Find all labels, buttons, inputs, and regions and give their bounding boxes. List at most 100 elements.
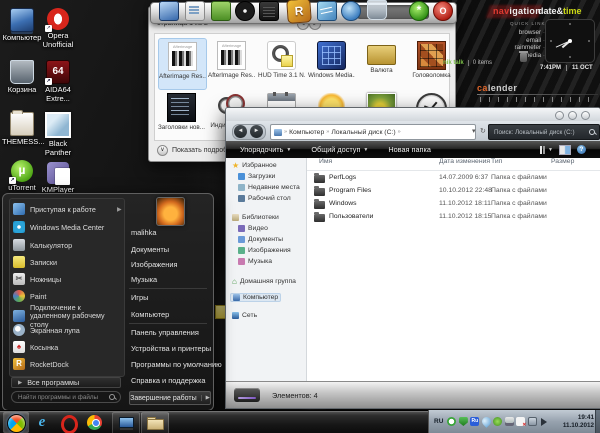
sidebar-music[interactable]: Музыка xyxy=(238,258,272,265)
taskbar-chrome[interactable] xyxy=(85,412,105,433)
taskbar-explorer[interactable] xyxy=(141,412,169,433)
minimize-button[interactable] xyxy=(555,111,564,120)
menu-item-rocketdock[interactable]: R RocketDock xyxy=(13,358,117,370)
desktop-icon-recycle-bin[interactable]: Корзина xyxy=(2,60,42,95)
volume-tray-icon[interactable] xyxy=(539,417,548,426)
gadget-afterimage-1[interactable]: Afterimage Res... xyxy=(158,38,207,90)
drop-tray-icon[interactable] xyxy=(480,415,493,428)
list-view-icon[interactable] xyxy=(540,146,542,154)
language-indicator[interactable]: RU xyxy=(434,418,443,425)
taskbar-ie[interactable]: e xyxy=(32,412,52,433)
gadget-windows-media[interactable]: Windows Media... xyxy=(308,38,355,88)
green-tray-icon[interactable] xyxy=(493,417,502,426)
explorer-search-input[interactable] xyxy=(492,128,589,137)
new-folder-button[interactable]: Новая папка xyxy=(388,145,431,154)
shutdown-button[interactable]: Завершение работы ▶ xyxy=(129,391,211,405)
dock-settings-icon[interactable]: * xyxy=(409,1,429,21)
caret-down-icon[interactable]: ▼ xyxy=(548,147,553,153)
all-programs-button[interactable]: ▶ Все программы xyxy=(11,377,121,388)
sidebar-libraries[interactable]: Библиотеки xyxy=(232,214,279,221)
file-row-perflogs[interactable]: PerfLogs 14.07.2009 6:37 Папка с файлами xyxy=(307,172,600,185)
file-row-users[interactable]: Пользователи 11.10.2012 18:15 Папка с фа… xyxy=(307,211,600,224)
user-name[interactable]: malihka xyxy=(131,228,156,237)
gadget-afterimage-2[interactable]: AfterImage Res... xyxy=(208,38,255,88)
sidebar-video[interactable]: Видео xyxy=(238,225,268,232)
share-button[interactable]: Общий доступ▼ xyxy=(311,145,368,154)
start-item-games[interactable]: Игры xyxy=(131,293,148,302)
file-row-windows[interactable]: Windows 11.10.2012 18:11 Папка с файлами xyxy=(307,198,600,211)
menu-item-snipping-tool[interactable]: Ножницы xyxy=(13,273,117,285)
taskbar-opera[interactable] xyxy=(58,412,78,433)
trash-icon[interactable] xyxy=(520,53,527,62)
start-item-music[interactable]: Музыка xyxy=(131,275,157,284)
utorrent-tray-icon[interactable] xyxy=(447,417,456,426)
start-search-box[interactable] xyxy=(11,391,121,403)
column-header-name[interactable]: Имя xyxy=(319,158,332,165)
desktop-icon-utorrent[interactable]: µ uTorrent xyxy=(2,160,42,193)
maximize-button[interactable] xyxy=(568,111,577,120)
dock-network-icon[interactable] xyxy=(341,1,361,21)
column-header-date[interactable]: Дата изменения xyxy=(439,158,490,165)
dock-music-icon[interactable] xyxy=(235,1,255,21)
user-avatar[interactable] xyxy=(156,197,185,226)
desktop-icon-kmplayer[interactable]: KMPlayer xyxy=(38,162,78,195)
link-rainmeter[interactable]: rainmeter xyxy=(485,44,545,52)
gadget-news-headlines[interactable]: Заголовки нов... xyxy=(158,90,205,140)
column-header-size[interactable]: Размер xyxy=(551,158,574,165)
address-bar[interactable]: » Компьютер » Локальный диск (C:) » xyxy=(270,124,476,140)
action-center-tray-icon[interactable] xyxy=(516,417,525,426)
sidebar-favorites[interactable]: ★ Избранное xyxy=(232,162,277,169)
menu-item-solitaire[interactable]: Косынка xyxy=(13,341,117,353)
dock-map-icon[interactable] xyxy=(317,1,337,21)
breadcrumb-computer[interactable]: Компьютер xyxy=(289,129,324,136)
start-item-pictures[interactable]: Изображения xyxy=(131,260,177,269)
sidebar-desktop[interactable]: Рабочий стол xyxy=(238,195,291,202)
menu-item-media-center[interactable]: Windows Media Center xyxy=(13,221,117,233)
organize-button[interactable]: Упорядочить▼ xyxy=(240,145,291,154)
desktop-icon-computer[interactable]: Компьютер xyxy=(2,8,42,43)
display-tray-icon[interactable] xyxy=(528,417,537,426)
sidebar-network[interactable]: Сеть xyxy=(232,312,257,319)
breadcrumb-local-disk-c[interactable]: Локальный диск (C:) xyxy=(331,129,395,136)
antivirus-tray-icon[interactable] xyxy=(459,417,468,426)
sidebar-homegroup[interactable]: ⌂ Домашняя группа xyxy=(232,277,296,286)
explorer-titlebar[interactable] xyxy=(226,108,600,121)
link-browser[interactable]: browser xyxy=(485,29,545,37)
dock-computer-icon[interactable] xyxy=(159,1,179,21)
start-item-computer[interactable]: Компьютер xyxy=(131,310,169,319)
file-row-program-files[interactable]: Program Files 10.10.2012 22:48 Папка с ф… xyxy=(307,185,600,198)
desktop-icon-themess[interactable]: THEMESS... xyxy=(2,112,42,147)
show-desktop-button[interactable] xyxy=(595,410,600,433)
explorer-search-box[interactable] xyxy=(488,124,600,140)
dock-rocketdock-icon[interactable]: R xyxy=(286,0,312,24)
sidebar-recent-places[interactable]: Недавние места xyxy=(238,184,300,191)
desktop-icon-black-panther[interactable]: Black Panther xyxy=(38,112,78,157)
desktop-icon-opera[interactable]: Opera Unofficial xyxy=(38,8,78,49)
dock-power-icon[interactable]: O xyxy=(433,1,453,21)
column-header-type[interactable]: Тип xyxy=(491,158,502,165)
start-item-help-support[interactable]: Справка и поддержка xyxy=(131,376,205,385)
start-item-documents[interactable]: Документы xyxy=(131,245,169,254)
menu-item-calculator[interactable]: Калькулятор xyxy=(13,239,117,251)
desktop-icon-aida64[interactable]: 64 AIDA64 Extre... xyxy=(38,60,78,103)
network-tray-icon[interactable] xyxy=(505,417,514,426)
change-view-icon[interactable] xyxy=(559,145,571,155)
close-button[interactable] xyxy=(581,111,590,120)
clock[interactable]: 19:41 11.10.2012 xyxy=(563,414,594,430)
refresh-icon[interactable]: ↻ xyxy=(480,127,486,135)
forward-button[interactable]: ► xyxy=(250,125,263,138)
taskbar-media-center[interactable] xyxy=(112,412,140,433)
menu-item-sticky-notes[interactable]: Записки xyxy=(13,256,117,268)
menu-item-paint[interactable]: Paint xyxy=(13,290,117,302)
gadget-currency[interactable]: Валюта xyxy=(358,38,405,88)
start-button[interactable] xyxy=(3,412,29,433)
address-dropdown-icon[interactable]: ▾ xyxy=(472,127,476,135)
punto-switcher-tray-icon[interactable]: Ru xyxy=(470,417,479,426)
help-icon[interactable]: ? xyxy=(577,145,586,154)
dock-folder-icon[interactable] xyxy=(211,1,231,21)
gadget-hud-time[interactable]: HUD Time 3.1 N... xyxy=(258,38,305,88)
menu-item-getting-started[interactable]: Приступая к работе ▶ xyxy=(13,203,117,215)
back-button[interactable]: ◄ xyxy=(234,125,247,138)
start-item-devices-printers[interactable]: Устройства и принтеры xyxy=(131,344,211,353)
link-email[interactable]: email xyxy=(485,37,545,45)
